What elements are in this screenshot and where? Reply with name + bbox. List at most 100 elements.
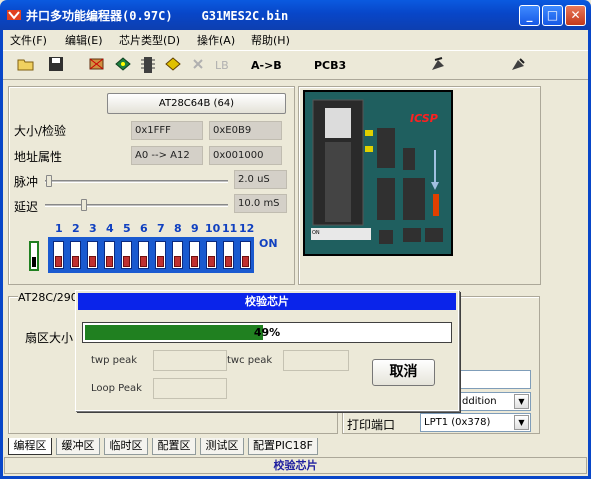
menu-help[interactable]: 帮助(H) [251,32,290,48]
tab-config-area[interactable]: 配置区 [152,438,196,455]
dip-number: 2 [72,222,80,235]
tab-temp-area[interactable]: 临时区 [104,438,148,455]
dip-switch-slot[interactable] [121,241,132,269]
dip-switch-slot[interactable] [104,241,115,269]
dip-switch-slot[interactable] [70,241,81,269]
dip-switch-knob [106,256,113,267]
dip-number: 8 [174,222,182,235]
open-folder-icon[interactable] [16,56,36,76]
a-to-b-button[interactable]: A->B [251,59,282,72]
dip-number: 10 [205,222,221,235]
twc-peak-label: twc peak [227,355,273,366]
dialog-title: 校验芯片 [78,293,456,310]
printer-port-value: LPT1 (0x378) [424,417,491,428]
pulse-slider-thumb[interactable] [46,175,52,187]
address-range-field: A0 --> A12 [131,146,203,165]
cancel-button[interactable]: 取消 [372,359,435,386]
delay-slider[interactable] [45,204,228,207]
dip-switch-knob [140,256,147,267]
dip-switch-knob [123,256,130,267]
icsp-label: ICSP [410,112,438,125]
twp-peak-label: twp peak [91,355,138,366]
dip-switch-slot[interactable] [53,241,64,269]
dip-number: 7 [157,222,165,235]
dip-switch-slot[interactable] [155,241,166,269]
size-field: 0x1FFF [131,121,203,140]
auto-program-icon[interactable] [428,56,448,76]
menu-chip-type[interactable]: 芯片类型(D) [119,32,180,48]
twp-peak-field [153,350,227,371]
menu-file[interactable]: 文件(F) [10,32,47,48]
dip-switch-knob [55,256,62,267]
dip-number: 4 [106,222,114,235]
dip-switch-knob [242,256,249,267]
dip-switch-knob [225,256,232,267]
pulse-slider[interactable] [45,180,228,183]
window-title: 并口多功能编程器(0.97C) G31MES2C.bin [26,9,289,23]
printer-port-select[interactable]: LPT1 (0x378) ▼ [420,413,531,432]
delay-label: 延迟 [14,200,39,214]
loop-peak-field [153,378,227,399]
dip-number: 3 [89,222,97,235]
dip-switch-slot[interactable] [189,241,200,269]
app-icon [7,10,21,20]
checksum-field: 0xE0B9 [209,121,282,140]
dip-switch-knob [191,256,198,267]
dip-switch-knob [72,256,79,267]
progress-bar: 49% [82,322,452,343]
status-bar: 校验芯片 [4,457,587,474]
menu-operation[interactable]: 操作(A) [197,32,235,48]
lock-bits-icon [188,56,208,76]
dip-switch[interactable] [48,237,254,273]
dip-switch-knob [174,256,181,267]
name-input[interactable] [458,370,531,389]
tab-config-pic18f[interactable]: 配置PIC18F [248,438,318,455]
title-bar: 并口多功能编程器(0.97C) G31MES2C.bin _ □ ✕ [0,0,591,30]
dip-switch-slot[interactable] [240,241,251,269]
delay-slider-thumb[interactable] [81,199,87,211]
chevron-down-icon[interactable]: ▼ [514,415,529,430]
tab-program-area[interactable]: 编程区 [8,438,52,455]
twc-peak-field [283,350,349,371]
dip-number: 5 [123,222,131,235]
pcb3-button[interactable]: PCB3 [314,59,346,72]
dip-number: 1 [55,222,63,235]
pulse-label: 脉冲 [14,175,39,189]
program-chip-icon[interactable] [163,56,183,76]
address-value-field: 0x001000 [209,146,282,165]
dip-number: 12 [239,222,255,235]
mode-select-value: ddition [462,396,497,407]
chip-select-button[interactable]: AT28C64B (64) [107,93,286,114]
delay-value-field: 10.0 mS [234,194,287,213]
dip-switch-slot[interactable] [223,241,234,269]
dip-number: 9 [191,222,199,235]
dip-switch-knob [89,256,96,267]
close-button[interactable]: ✕ [565,5,586,26]
dip-switch-slot[interactable] [87,241,98,269]
board-strip-label: ON [312,230,320,236]
dip-switch-slot[interactable] [206,241,217,269]
settings-chip-icon[interactable] [508,56,528,76]
dip-switch-slot[interactable] [172,241,183,269]
minimize-button[interactable]: _ [519,5,540,26]
menu-edit[interactable]: 编辑(E) [65,32,103,48]
chevron-down-icon[interactable]: ▼ [514,394,529,409]
blank-check-icon[interactable] [113,56,133,76]
dip-number: 6 [140,222,148,235]
tab-test-area[interactable]: 测试区 [200,438,244,455]
tab-buffer-area[interactable]: 缓冲区 [56,438,100,455]
dip-switch-knob [208,256,215,267]
printer-port-label: 打印端口 [347,418,396,432]
mode-select[interactable]: ddition ▼ [458,392,531,411]
dip-switch-knob [157,256,164,267]
save-icon[interactable] [46,56,66,76]
menu-bar: 文件(F) 编辑(E) 芯片类型(D) 操作(A) 帮助(H) [0,30,591,49]
maximize-button[interactable]: □ [542,5,563,26]
loop-peak-label: Loop Peak [91,383,142,394]
lb-button: LB [215,59,229,72]
programmer-board-image: ICSP ON [303,90,453,256]
dip-switch-slot[interactable] [138,241,149,269]
read-chip-icon[interactable] [138,56,158,76]
size-checksum-label: 大小/检验 [14,124,67,138]
erase-chip-icon[interactable] [87,56,107,76]
